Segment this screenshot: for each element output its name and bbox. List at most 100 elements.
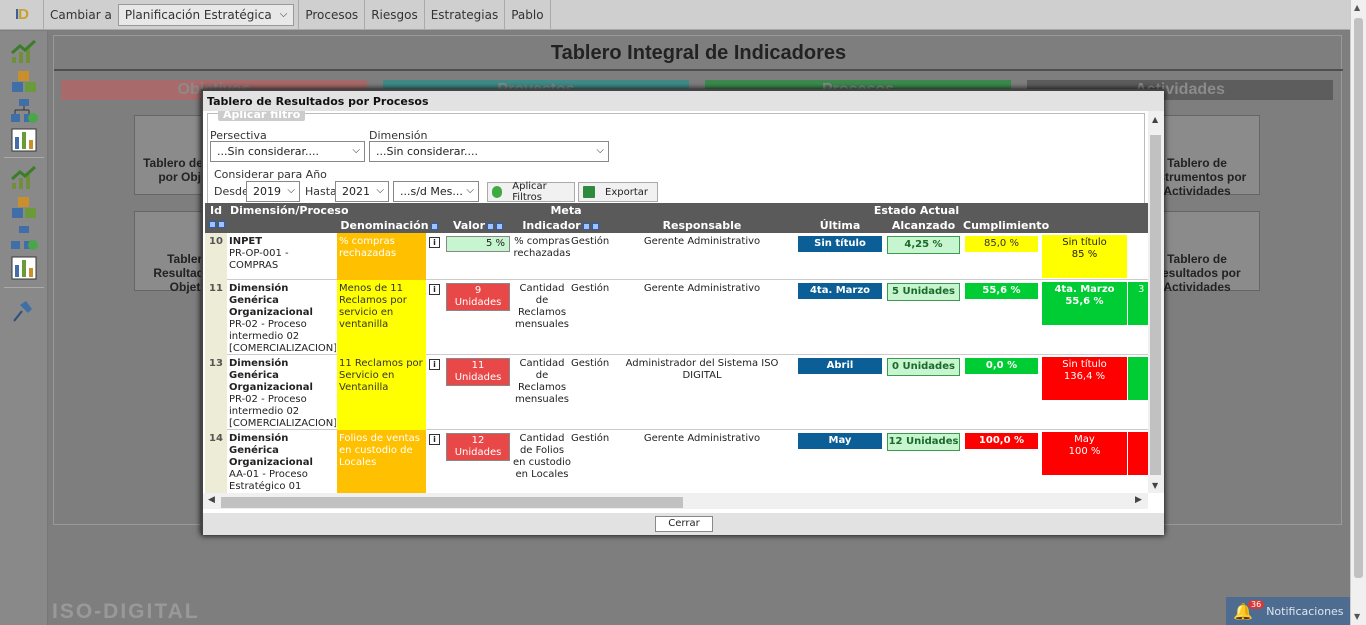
table-row[interactable]: 13 Dimensión Genérica Organizacional PR-0… <box>205 355 1148 430</box>
chart-up-icon[interactable] <box>10 39 38 65</box>
row-alcanzado: 4,25 % <box>887 236 960 254</box>
row-responsable: Gerente Administrativo <box>643 236 761 247</box>
modal-footer: Cerrar <box>203 513 1164 535</box>
row-id: 11 <box>205 280 227 355</box>
bars-icon[interactable] <box>10 127 38 153</box>
nav-riesgos[interactable]: Riesgos <box>364 0 424 30</box>
app-logo[interactable]: ID <box>0 0 44 30</box>
header-responsable: Responsable <box>662 219 742 232</box>
sort-icon[interactable] <box>430 222 438 230</box>
table-header: Id Dimensión/Proceso Meta Estado Actual … <box>205 203 1148 245</box>
cambiar-label: Cambiar a <box>50 7 112 22</box>
modal-hscroll-thumb[interactable] <box>221 497 683 508</box>
row-cumplimiento: 100,0 % <box>965 433 1038 449</box>
header-valor-label: Valor <box>452 219 486 232</box>
info-icon[interactable]: i <box>429 434 441 446</box>
header-id: Id <box>205 204 227 230</box>
row-dimension-title: Dimensión Genérica Organizacional <box>229 433 313 468</box>
hierarchy-icon[interactable] <box>10 225 38 251</box>
dimension-select[interactable]: ...Sin considerar.... ⌵ <box>369 141 609 162</box>
info-icon[interactable]: i <box>429 284 441 296</box>
row-valor: 5 % <box>446 236 510 252</box>
sort-icon[interactable] <box>591 222 599 230</box>
modal-horizontal-scrollbar[interactable]: ◀ ▶ <box>203 493 1148 509</box>
results-modal: Tablero de Resultados por Procesos Aplic… <box>201 89 1164 535</box>
modal-scroll-thumb[interactable] <box>1150 135 1161 475</box>
dimension-value: ...Sin considerar.... <box>376 145 479 158</box>
header-estado: Estado Actual <box>873 204 960 217</box>
table-row[interactable]: 11 Dimensión Genérica Organizacional PR-0… <box>205 280 1148 355</box>
scroll-down-icon[interactable]: ▼ <box>1152 481 1158 490</box>
close-button[interactable]: Cerrar <box>655 516 713 532</box>
row-ultima: Sin título <box>798 236 882 252</box>
row-cumplimiento-pill: 100,0 % <box>965 433 1038 449</box>
row-alcanzado: 5 Unidades <box>887 283 960 301</box>
row-ultima: May <box>798 433 882 449</box>
notifications-label: Notificaciones <box>1266 604 1344 618</box>
row-id: 10 <box>205 233 227 280</box>
chevron-down-icon: ⌵ <box>596 145 604 156</box>
sort-icon[interactable] <box>209 220 216 228</box>
chevron-down-icon: ⌵ <box>376 185 384 196</box>
row-alcanzado-pill: 4,25 % <box>887 236 960 254</box>
sort-icon[interactable] <box>487 222 495 230</box>
filter-panel: Aplicar filtro Persectiva ...Sin conside… <box>207 111 1145 205</box>
modal-title: Tablero de Resultados por Procesos <box>203 91 1164 111</box>
header-denominacion-label: Denominación <box>340 219 429 232</box>
desde-label: Desde <box>214 185 249 198</box>
nav-procesos[interactable]: Procesos <box>298 0 364 30</box>
desde-select[interactable]: 2019 ⌵ <box>246 181 300 202</box>
nav-pablo[interactable]: Pablo <box>504 0 551 30</box>
hierarchy-icon[interactable] <box>10 98 38 124</box>
row-indicador: Cantidad de Reclamos mensuales <box>514 283 570 330</box>
row-dimension-sub: PR-02 - Proceso intermedio 02 [COMERCIAL… <box>229 319 336 354</box>
chart-up-icon[interactable] <box>10 165 38 191</box>
row-valor: 12 Unidades <box>446 433 510 461</box>
row-indicador: Cantidad de Folios en custodio en Locale… <box>513 433 571 480</box>
info-icon[interactable]: i <box>429 237 441 249</box>
row-dimension-sub: PR-02 - Proceso intermedio 02 [COMERCIAL… <box>229 394 336 429</box>
plan-select[interactable]: Planificación Estratégica ⌵ <box>117 3 295 26</box>
row-responsable: Gerente Administrativo <box>643 433 761 444</box>
sort-icon[interactable] <box>218 220 225 228</box>
row-alcanzado: 0 Unidades <box>887 358 960 376</box>
row-dimension: INPET PR-OP-001 - COMPRAS <box>229 233 336 272</box>
row-extra-2: 3 <box>1128 282 1148 325</box>
header-alcanzado: Alcanzado <box>891 219 956 232</box>
row-dimension-title: INPET <box>229 236 263 247</box>
row-indicador: % compras rechazadas <box>513 236 571 259</box>
excel-icon <box>583 186 595 198</box>
notifications-button[interactable]: 🔔 36 Notificaciones <box>1226 597 1350 625</box>
mes-select[interactable]: ...s/d Mes... ⌵ <box>393 181 479 202</box>
page-scrollbar[interactable]: ▲ ▼ <box>1350 0 1366 625</box>
nav-estrategias[interactable]: Estrategias <box>423 0 504 30</box>
sort-icon[interactable] <box>496 222 504 230</box>
hasta-select[interactable]: 2021 ⌵ <box>335 181 389 202</box>
row-ultima: 4ta. Marzo <box>798 283 882 299</box>
row-cumplimiento: 55,6 % <box>965 283 1038 299</box>
cubes-icon[interactable] <box>10 195 38 221</box>
info-icon[interactable]: i <box>429 359 441 371</box>
table-row[interactable]: 14 Dimensión Genérica Organizacional AA-0… <box>205 430 1148 493</box>
export-button[interactable]: Exportar <box>578 182 658 202</box>
table-row[interactable]: 10 INPET PR-OP-001 - COMPRAS % compras re… <box>205 233 1148 280</box>
row-dimension-title: Dimensión Genérica Organizacional <box>229 358 313 393</box>
bars-icon[interactable] <box>10 255 38 281</box>
scroll-up-icon[interactable]: ▲ <box>1152 115 1158 124</box>
row-cumplimiento-pill: 55,6 % <box>965 283 1038 299</box>
page-scroll-thumb[interactable] <box>1354 18 1363 578</box>
perspectiva-select[interactable]: ...Sin considerar.... ⌵ <box>210 141 365 162</box>
row-extra-2 <box>1128 357 1148 400</box>
scroll-up-icon[interactable]: ▲ <box>1354 3 1360 12</box>
scroll-left-icon[interactable]: ◀ <box>208 495 215 505</box>
title-divider <box>54 69 1343 71</box>
modal-vertical-scrollbar[interactable]: ▲ ▼ <box>1148 111 1164 493</box>
row-extra-2 <box>1128 432 1148 475</box>
scroll-right-icon[interactable]: ▶ <box>1135 495 1142 505</box>
pin-icon[interactable] <box>10 297 38 323</box>
scroll-down-icon[interactable]: ▼ <box>1354 612 1360 621</box>
sort-icon[interactable] <box>582 222 590 230</box>
cubes-icon[interactable] <box>10 69 38 95</box>
apply-filters-button[interactable]: Aplicar Filtros <box>487 181 575 203</box>
row-dimension: Dimensión Genérica Organizacional PR-02 -… <box>229 355 336 430</box>
